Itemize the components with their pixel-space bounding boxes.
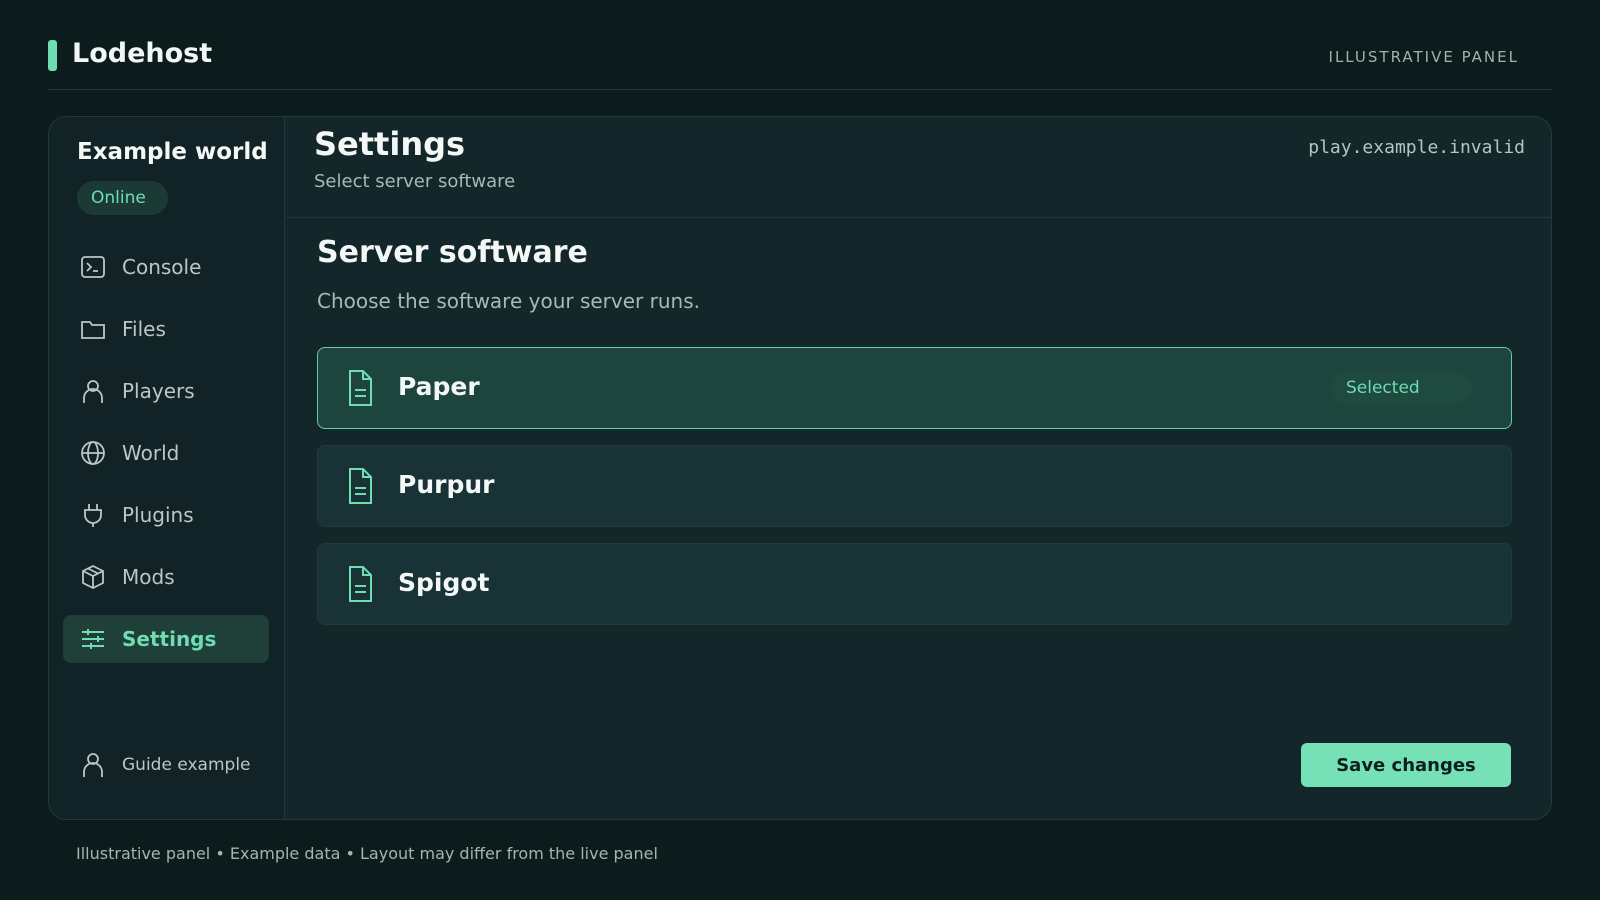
folder-icon <box>79 315 107 343</box>
sidebar-item-files[interactable]: Files <box>63 305 269 353</box>
document-icon <box>344 564 376 604</box>
plug-icon <box>79 501 107 529</box>
save-button[interactable]: Save changes <box>1301 743 1511 787</box>
sidebar-item-label: Files <box>122 317 166 341</box>
user-name: Guide example <box>122 755 251 775</box>
option-label: Purpur <box>398 470 495 499</box>
sidebar-item-mods[interactable]: Mods <box>63 553 269 601</box>
section-description: Choose the software your server runs. <box>317 289 700 313</box>
option-label: Spigot <box>398 568 490 597</box>
user-icon <box>79 751 107 779</box>
main-header: Settings Select server software play.exa… <box>286 117 1551 218</box>
option-label: Paper <box>398 372 480 401</box>
sidebar-item-players[interactable]: Players <box>63 367 269 415</box>
document-icon <box>344 466 376 506</box>
sidebar-item-console[interactable]: Console <box>63 243 269 291</box>
brand-name[interactable]: Lodehost <box>72 38 212 69</box>
sidebar-item-label: Settings <box>122 627 217 651</box>
server-address[interactable]: play.example.invalid <box>1308 137 1525 158</box>
selected-badge: Selected <box>1332 372 1472 404</box>
sidebar-item-plugins[interactable]: Plugins <box>63 491 269 539</box>
software-option-paper[interactable]: Paper Selected <box>317 347 1512 429</box>
world-name: Example world <box>77 139 268 165</box>
panel-tag: ILLUSTRATIVE PANEL <box>1328 48 1519 66</box>
section-title: Server software <box>317 235 588 270</box>
sidebar-item-label: Console <box>122 255 202 279</box>
user-account[interactable]: Guide example <box>79 751 251 779</box>
terminal-icon <box>79 253 107 281</box>
document-icon <box>344 368 376 408</box>
footer-note: Illustrative panel • Example data • Layo… <box>76 844 658 863</box>
brand-accent-bar <box>48 40 57 71</box>
top-bar: Lodehost ILLUSTRATIVE PANEL <box>48 36 1552 90</box>
software-option-spigot[interactable]: Spigot <box>317 543 1512 625</box>
sliders-icon <box>79 625 107 653</box>
sidebar-item-label: Players <box>122 379 195 403</box>
status-badge: Online <box>77 181 168 215</box>
software-option-purpur[interactable]: Purpur <box>317 445 1512 527</box>
sidebar-item-label: World <box>122 441 180 465</box>
box-icon <box>79 563 107 591</box>
sidebar-item-label: Mods <box>122 565 175 589</box>
sidebar: Example world Online Console Files Playe… <box>49 117 285 819</box>
page-subtitle: Select server software <box>314 171 516 192</box>
globe-icon <box>79 439 107 467</box>
page-title: Settings <box>314 125 466 163</box>
sidebar-item-settings[interactable]: Settings <box>63 615 269 663</box>
server-panel: Example world Online Console Files Playe… <box>48 116 1552 820</box>
sidebar-item-label: Plugins <box>122 503 194 527</box>
sidebar-item-world[interactable]: World <box>63 429 269 477</box>
user-icon <box>79 377 107 405</box>
